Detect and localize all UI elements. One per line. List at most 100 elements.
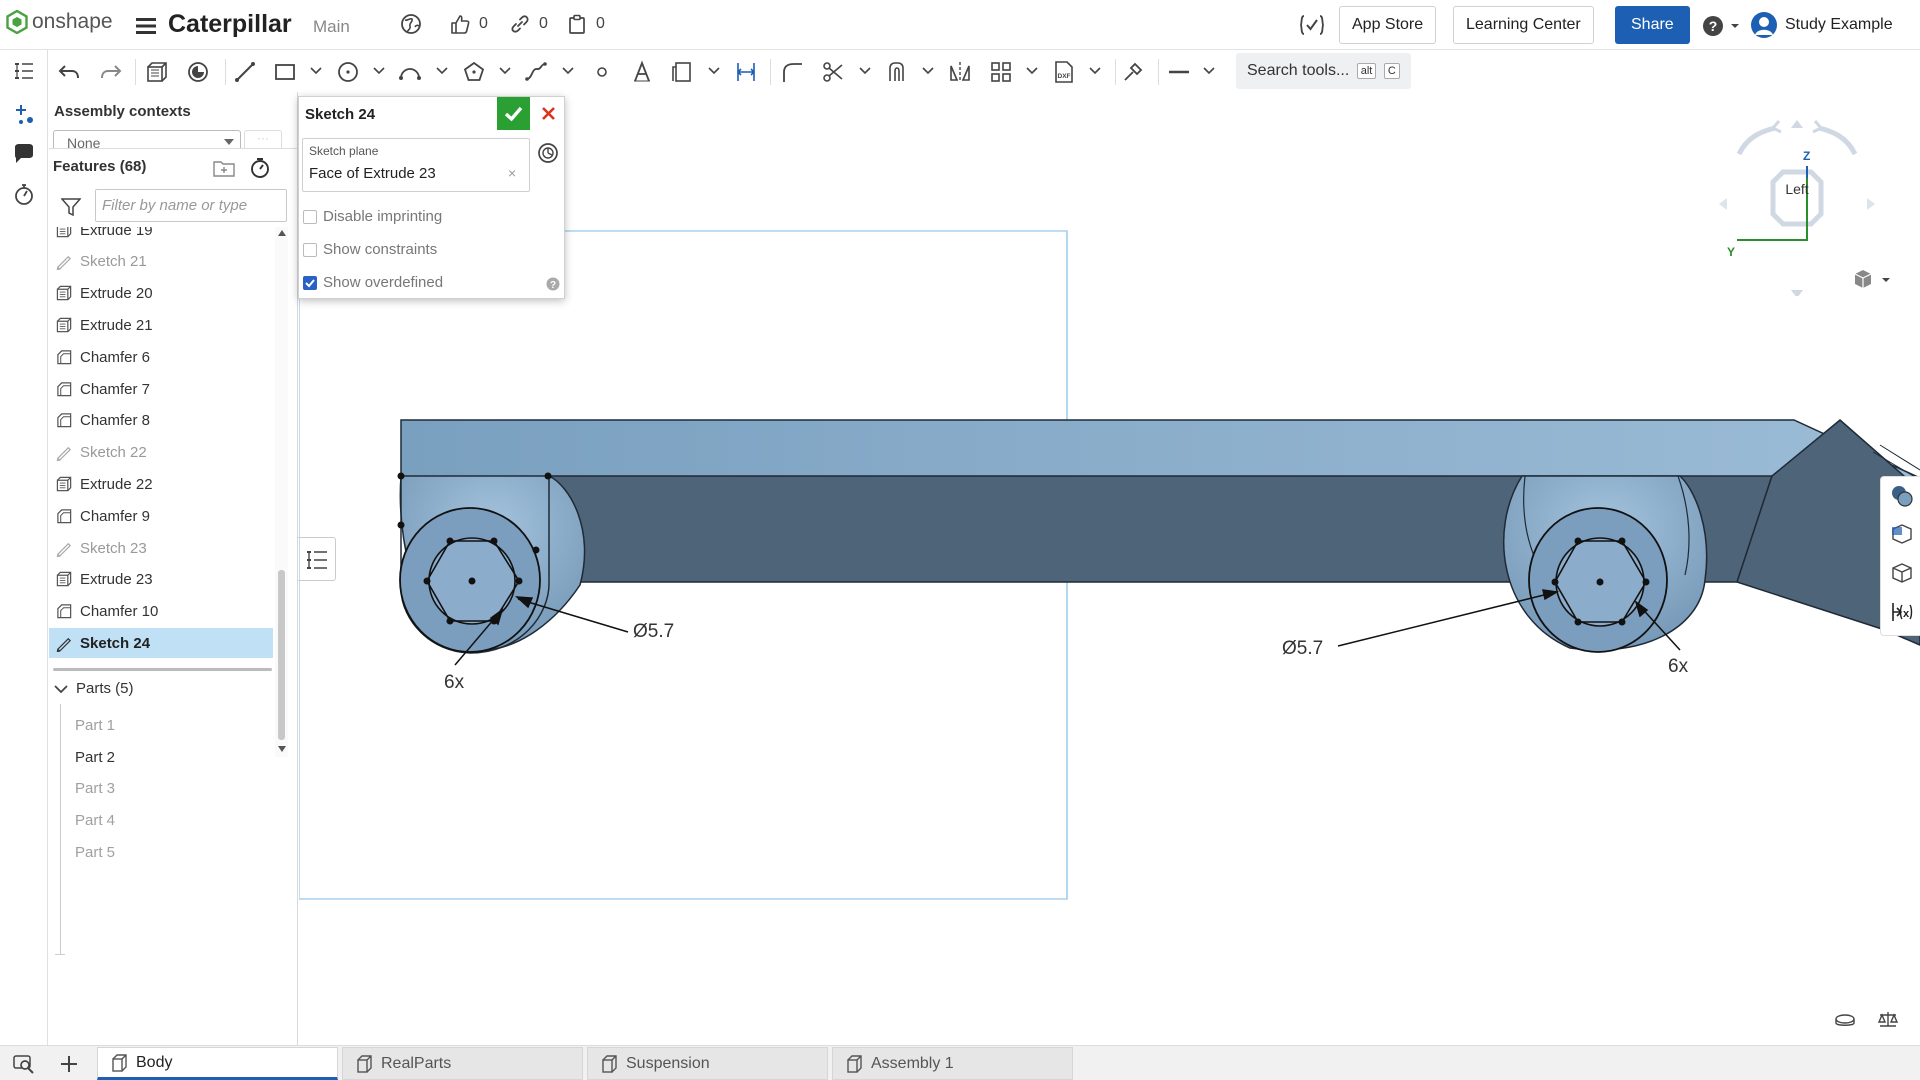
- dimension-label-right[interactable]: Ø5.7: [1282, 638, 1323, 660]
- chevron-down-icon[interactable]: [373, 66, 385, 76]
- extrude-tool-icon[interactable]: [145, 60, 169, 84]
- sketch-option[interactable]: Show constraints: [303, 241, 437, 258]
- tab-body[interactable]: Body: [97, 1047, 338, 1080]
- help-icon[interactable]: ?: [1702, 14, 1740, 43]
- chevron-down-icon[interactable]: [310, 66, 322, 76]
- feature-item[interactable]: Chamfer 7: [49, 374, 273, 404]
- comments-icon[interactable]: [12, 142, 36, 166]
- mirror-tool-icon[interactable]: [948, 60, 972, 84]
- parts-header[interactable]: Parts (5): [54, 680, 134, 697]
- sketch-option[interactable]: Disable imprinting: [303, 208, 442, 225]
- chevron-down-icon[interactable]: [1026, 66, 1038, 76]
- pattern-tool-icon[interactable]: [989, 60, 1013, 84]
- chevron-down-icon[interactable]: [562, 66, 574, 76]
- view-normal-icon[interactable]: [536, 141, 560, 165]
- filter-icon[interactable]: [61, 198, 81, 216]
- branch-name[interactable]: Main: [313, 17, 350, 37]
- filter-input[interactable]: Filter by name or type: [95, 189, 287, 222]
- insert-image-tool-icon[interactable]: [671, 60, 695, 84]
- units-icon[interactable]: [1834, 1012, 1856, 1030]
- exploded-view-icon[interactable]: [1889, 560, 1915, 586]
- redo-icon[interactable]: [99, 60, 123, 84]
- section-view-icon[interactable]: [1889, 521, 1915, 547]
- feature-item[interactable]: Extrude 19: [49, 227, 273, 245]
- checkbox[interactable]: [303, 242, 317, 257]
- feature-item[interactable]: Extrude 21: [49, 310, 273, 340]
- feature-item[interactable]: Sketch 22: [49, 438, 273, 468]
- feature-item[interactable]: Chamfer 10: [49, 597, 273, 627]
- scrollbar-thumb[interactable]: [278, 570, 285, 740]
- feature-item[interactable]: Chamfer 8: [49, 406, 273, 436]
- chevron-down-icon[interactable]: [708, 66, 720, 76]
- feature-item[interactable]: Chamfer 6: [49, 342, 273, 372]
- part-item[interactable]: Part 5: [75, 844, 115, 861]
- search-tools-input[interactable]: Search tools... alt C: [1236, 53, 1411, 89]
- view-cube-face[interactable]: Left: [1773, 181, 1821, 197]
- feature-item[interactable]: Sketch 23: [49, 533, 273, 563]
- panel-splitter[interactable]: [53, 668, 272, 671]
- configurations-icon[interactable]: x: [1889, 599, 1915, 625]
- learning-center-button[interactable]: Learning Center: [1453, 6, 1594, 44]
- arc-tool-icon[interactable]: [398, 60, 422, 84]
- help-icon[interactable]: ?: [546, 277, 560, 291]
- rectangle-tool-icon[interactable]: [273, 60, 297, 84]
- chevron-down-icon[interactable]: [1089, 66, 1101, 76]
- feature-item[interactable]: Extrude 22: [49, 469, 273, 499]
- part-item[interactable]: Part 3: [75, 780, 115, 797]
- like-counter[interactable]: 0: [449, 13, 488, 35]
- link-counter[interactable]: 0: [509, 13, 548, 35]
- fillet-tool-icon[interactable]: [780, 60, 804, 84]
- feature-item[interactable]: Sketch 21: [49, 247, 273, 277]
- construction-tool-icon[interactable]: [1121, 60, 1145, 84]
- sketch-option[interactable]: Show overdefined: [303, 274, 443, 291]
- dimension-tool-icon[interactable]: [734, 60, 758, 84]
- checkbox[interactable]: [303, 275, 317, 290]
- dxf-import-icon[interactable]: DXF: [1052, 60, 1076, 84]
- add-folder-icon[interactable]: [213, 158, 235, 178]
- dimension-label-left[interactable]: Ø5.7: [633, 621, 674, 643]
- text-tool-icon[interactable]: [630, 60, 654, 84]
- confirm-button[interactable]: [497, 97, 530, 130]
- globe-icon[interactable]: [400, 13, 422, 40]
- cancel-button[interactable]: [532, 97, 565, 130]
- insert-part-icon[interactable]: [12, 102, 36, 126]
- undo-icon[interactable]: [57, 60, 81, 84]
- tab-realparts[interactable]: RealParts: [342, 1047, 583, 1080]
- tab-suspension[interactable]: Suspension: [587, 1047, 828, 1080]
- feature-list-icon[interactable]: [12, 60, 36, 84]
- share-button[interactable]: Share: [1615, 6, 1690, 44]
- scroll-down-icon[interactable]: [278, 746, 286, 752]
- app-store-button[interactable]: App Store: [1339, 6, 1437, 44]
- part-item[interactable]: Part 1: [75, 717, 115, 734]
- line-tool-icon[interactable]: [233, 60, 257, 84]
- sketch-plane-field[interactable]: Sketch plane Face of Extrude 23 ×: [302, 138, 530, 192]
- document-title[interactable]: Caterpillar: [168, 10, 292, 39]
- feature-item[interactable]: Sketch 24: [49, 628, 273, 659]
- feature-item[interactable]: Chamfer 9: [49, 501, 273, 531]
- measure-icon[interactable]: [1877, 1010, 1899, 1030]
- chevron-down-icon[interactable]: [1203, 66, 1215, 76]
- copy-counter[interactable]: 0: [566, 13, 605, 35]
- scroll-up-icon[interactable]: [278, 230, 286, 236]
- line-style-icon[interactable]: [1167, 60, 1191, 84]
- part-item[interactable]: Part 4: [75, 812, 115, 829]
- search-tabs-icon[interactable]: [12, 1054, 36, 1074]
- checkbox[interactable]: [303, 209, 317, 224]
- add-tab-icon[interactable]: [59, 1054, 79, 1074]
- clear-selection-icon[interactable]: ×: [508, 165, 516, 181]
- offset-tool-icon[interactable]: [885, 60, 909, 84]
- revolve-tool-icon[interactable]: [186, 60, 210, 84]
- spline-tool-icon[interactable]: [524, 60, 548, 84]
- point-tool-icon[interactable]: [590, 60, 614, 84]
- view-options-icon[interactable]: [1852, 268, 1896, 292]
- chevron-down-icon[interactable]: [859, 66, 871, 76]
- chevron-down-icon[interactable]: [922, 66, 934, 76]
- menu-icon[interactable]: [136, 14, 156, 42]
- feature-item[interactable]: Extrude 23: [49, 565, 273, 595]
- chevron-down-icon[interactable]: [436, 66, 448, 76]
- performance-icon[interactable]: [12, 182, 36, 206]
- user-menu[interactable]: Study Example: [1750, 11, 1893, 39]
- featurescript-icon[interactable]: [1298, 13, 1326, 42]
- rollback-timer-icon[interactable]: [249, 157, 271, 179]
- polygon-tool-icon[interactable]: [462, 60, 486, 84]
